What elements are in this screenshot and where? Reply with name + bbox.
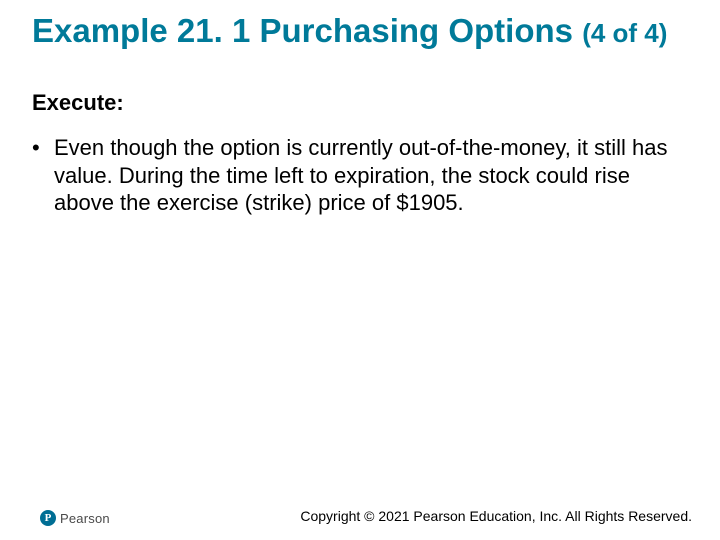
copyright-text: Copyright © 2021 Pearson Education, Inc.… xyxy=(300,508,692,524)
brand-logo: Pearson xyxy=(40,510,110,526)
bullet-marker-icon: • xyxy=(32,134,54,162)
slide-title-main: Example 21. 1 Purchasing Options xyxy=(32,12,573,49)
slide-title-suffix: (4 of 4) xyxy=(582,18,667,48)
slide-title: Example 21. 1 Purchasing Options (4 of 4… xyxy=(32,12,696,50)
section-label: Execute: xyxy=(32,90,124,116)
bullet-text: Even though the option is currently out-… xyxy=(54,134,685,217)
pearson-mark-icon xyxy=(40,510,56,526)
slide: Example 21. 1 Purchasing Options (4 of 4… xyxy=(0,0,720,540)
bullet-item: • Even though the option is currently ou… xyxy=(32,134,685,217)
footer: Pearson Copyright © 2021 Pearson Educati… xyxy=(0,502,720,526)
body-area: • Even though the option is currently ou… xyxy=(32,134,685,217)
brand-name: Pearson xyxy=(60,511,110,526)
